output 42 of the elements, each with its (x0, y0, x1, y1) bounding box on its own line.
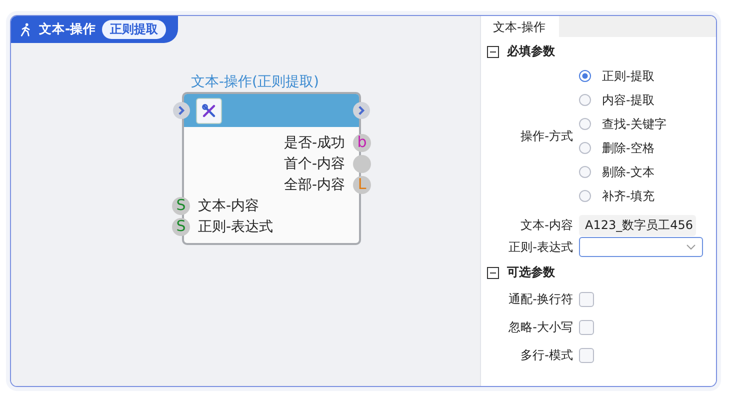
section-title: 可选参数 (507, 264, 555, 281)
option-label[interactable]: 内容-提取 (602, 92, 654, 108)
output-label: 首个-内容 (284, 154, 345, 172)
option-label[interactable]: 查找-关键字 (602, 116, 666, 132)
exec-out-port-icon[interactable] (353, 102, 370, 119)
option-label[interactable]: 剔除-文本 (602, 164, 654, 180)
field-label: 忽略-大小写 (508, 318, 573, 336)
radio-button[interactable] (579, 166, 591, 178)
checkbox[interactable] (579, 320, 594, 334)
radio-button[interactable] (579, 190, 591, 202)
checkbox[interactable] (579, 348, 594, 362)
field-label: 通配-换行符 (508, 290, 573, 308)
mode-badge: 正则提取 (102, 20, 166, 39)
collapse-icon[interactable] (487, 46, 499, 58)
collapse-icon[interactable] (487, 266, 499, 278)
output-label: 是否-成功 (284, 134, 345, 152)
checkbox[interactable] (579, 292, 594, 306)
field-label: 正则-表达式 (508, 238, 573, 256)
dropdown-field[interactable] (579, 237, 703, 257)
option-label[interactable]: 删除-空格 (602, 140, 654, 156)
text-field[interactable]: A123_数字员工456 (579, 214, 696, 236)
input-label: 正则-表达式 (198, 218, 274, 236)
radio-button[interactable] (579, 70, 591, 82)
panel-tab[interactable]: 文本-操作 (481, 16, 560, 37)
radio-button[interactable] (579, 142, 591, 154)
exec-in-port-icon[interactable] (173, 102, 190, 119)
header-tab[interactable]: 文本-操作 正则提取 (11, 16, 178, 43)
radio-button[interactable] (579, 118, 591, 130)
section-title: 必填参数 (507, 43, 555, 60)
chevron-down-icon (686, 244, 696, 250)
output-port[interactable] (353, 154, 371, 172)
option-label[interactable]: 正则-提取 (602, 68, 654, 84)
tools-icon (196, 98, 222, 124)
node-title: 文本-操作(正则提取) (191, 73, 319, 91)
input-label: 文本-内容 (198, 196, 260, 214)
field-label: 文本-内容 (520, 216, 573, 234)
option-label[interactable]: 补齐-填充 (602, 188, 654, 204)
field-label: 操作-方式 (520, 128, 573, 144)
radio-button[interactable] (579, 94, 591, 106)
header-title: 文本-操作 (39, 21, 96, 38)
field-label: 多行-模式 (520, 346, 573, 364)
output-label: 全部-内容 (284, 176, 345, 194)
